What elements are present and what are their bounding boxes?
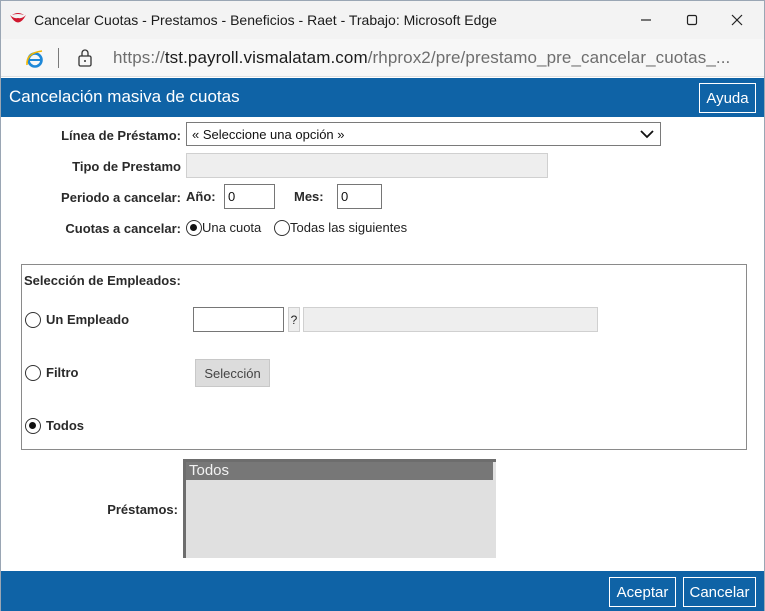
linea-prestamo-select[interactable]: « Seleccione una opción »	[186, 122, 661, 146]
empleados-legend: Selección de Empleados:	[24, 273, 181, 288]
prestamos-listbox[interactable]: Todos	[183, 459, 496, 558]
tipo-prestamo-label: Tipo de Prestamo	[72, 159, 181, 174]
maximize-button[interactable]	[669, 1, 715, 39]
empleados-fieldset	[21, 264, 747, 450]
url-host: tst.payroll.vismalatam.com	[164, 48, 368, 67]
empleado-lookup-button[interactable]: ?	[288, 307, 300, 332]
visma-app-icon	[10, 13, 26, 23]
close-icon	[731, 14, 743, 26]
prestamos-label: Préstamos:	[107, 502, 178, 517]
todos-radio[interactable]	[25, 418, 41, 434]
chevron-down-icon	[640, 130, 654, 139]
ie-mode-icon	[26, 50, 43, 68]
cuota-una-label[interactable]: Una cuota	[202, 220, 261, 235]
cuotas-label: Cuotas a cancelar:	[65, 221, 181, 236]
anio-input[interactable]	[224, 184, 275, 209]
cuota-todas-label[interactable]: Todas las siguientes	[290, 220, 407, 235]
window-titlebar: Cancelar Cuotas - Prestamos - Beneficios…	[1, 1, 764, 39]
mes-label: Mes:	[294, 189, 324, 204]
todos-label[interactable]: Todos	[46, 418, 84, 433]
cuota-una-radio[interactable]	[186, 220, 202, 236]
accept-button[interactable]: Aceptar	[609, 577, 676, 607]
address-bar: https://tst.payroll.vismalatam.com/rhpro…	[1, 39, 764, 77]
address-separator	[58, 48, 59, 68]
linea-prestamo-label: Línea de Préstamo:	[61, 128, 181, 143]
url-protocol: https://	[113, 48, 165, 67]
list-item[interactable]: Todos	[186, 462, 493, 480]
url-text[interactable]: https://tst.payroll.vismalatam.com/rhpro…	[113, 48, 730, 68]
url-path: /rhprox2/pre/prestamo_pre_cancelar_cuota…	[367, 48, 731, 67]
close-button[interactable]	[714, 1, 760, 39]
window-title: Cancelar Cuotas - Prestamos - Beneficios…	[34, 12, 497, 28]
linea-prestamo-value: « Seleccione una opción »	[192, 127, 345, 142]
help-button[interactable]: Ayuda	[699, 83, 756, 113]
page-title: Cancelación masiva de cuotas	[9, 87, 240, 106]
maximize-icon	[686, 14, 698, 26]
tipo-prestamo-field	[186, 153, 548, 178]
empleado-name-field	[303, 307, 598, 332]
un-empleado-radio[interactable]	[25, 312, 41, 328]
periodo-label: Periodo a cancelar:	[61, 190, 181, 205]
un-empleado-label[interactable]: Un Empleado	[46, 312, 129, 327]
minimize-icon	[641, 19, 651, 21]
empleado-code-input[interactable]	[193, 307, 284, 332]
cuota-todas-radio[interactable]	[274, 220, 290, 236]
filtro-label[interactable]: Filtro	[46, 365, 79, 380]
lock-icon[interactable]	[77, 48, 93, 68]
dialog-window: Cancelar Cuotas - Prestamos - Beneficios…	[0, 0, 765, 611]
app-header: Cancelación masiva de cuotas	[1, 78, 764, 117]
filtro-radio[interactable]	[25, 365, 41, 381]
anio-label: Año:	[186, 189, 216, 204]
seleccion-button[interactable]: Selección	[195, 359, 270, 387]
mes-input[interactable]	[337, 184, 382, 209]
cancel-button[interactable]: Cancelar	[683, 577, 756, 607]
minimize-button[interactable]	[623, 1, 669, 39]
